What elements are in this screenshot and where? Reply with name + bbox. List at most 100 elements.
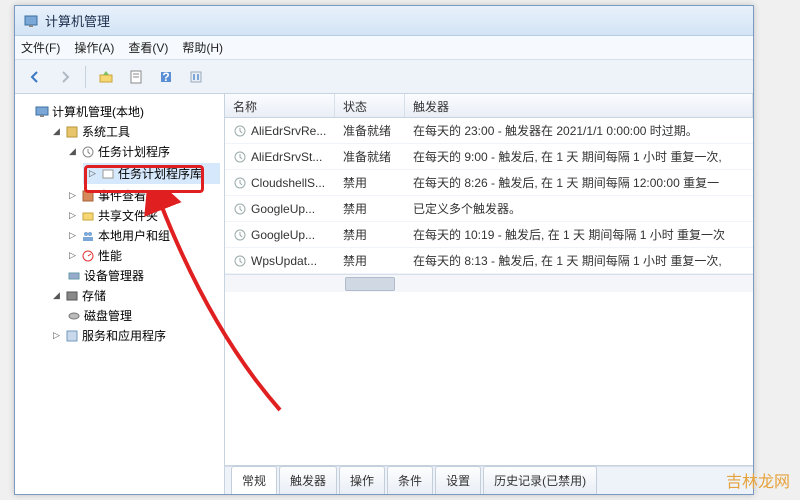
tree-device-manager-label: 设备管理器 <box>84 267 144 284</box>
back-button[interactable] <box>21 64 49 90</box>
tree-pane[interactable]: 计算机管理(本地) ◢ 系统工具 <box>15 94 225 494</box>
task-name-cell: GoogleUp... <box>225 202 335 216</box>
tree-disk-management-label: 磁盘管理 <box>84 307 132 324</box>
tree-services-apps[interactable]: ▷ 服务和应用程序 <box>51 327 220 344</box>
tree-shared-folders-label: 共享文件夹 <box>98 207 158 224</box>
expand-icon[interactable]: ▷ <box>51 330 62 341</box>
expand-icon[interactable]: ▷ <box>67 230 78 241</box>
expand-icon[interactable]: ▷ <box>67 210 78 221</box>
tab-actions[interactable]: 操作 <box>339 466 385 494</box>
services-icon <box>65 329 79 343</box>
clock-icon <box>233 176 247 190</box>
task-trigger-cell: 在每天的 10:19 - 触发后, 在 1 天 期间每隔 1 小时 重复一次 <box>405 226 753 243</box>
task-trigger-cell: 在每天的 9:00 - 触发后, 在 1 天 期间每隔 1 小时 重复一次, <box>405 148 753 165</box>
col-status[interactable]: 状态 <box>335 94 405 117</box>
tree-storage-label: 存储 <box>82 287 106 304</box>
clock-icon <box>233 254 247 268</box>
tree-system-tools-label: 系统工具 <box>82 123 130 140</box>
forward-button[interactable] <box>51 64 79 90</box>
tree-disk-management[interactable]: 磁盘管理 <box>67 307 220 324</box>
col-name[interactable]: 名称 <box>225 94 335 117</box>
tree-device-manager[interactable]: 设备管理器 <box>67 267 220 284</box>
tree-system-tools[interactable]: ◢ 系统工具 <box>51 123 220 140</box>
clock-icon <box>233 202 247 216</box>
expand-icon[interactable]: ▷ <box>87 168 98 179</box>
collapse-icon[interactable]: ◢ <box>51 126 62 137</box>
tree-shared-folders[interactable]: ▷ 共享文件夹 <box>67 207 220 224</box>
tab-history[interactable]: 历史记录(已禁用) <box>483 466 597 494</box>
menu-file[interactable]: 文件(F) <box>21 39 60 56</box>
app-icon <box>23 13 39 29</box>
perf-icon <box>81 249 95 263</box>
task-name: CloudshellS... <box>251 176 325 190</box>
tree-task-scheduler-library-label: 任务计划程序库 <box>118 165 202 182</box>
column-header-row: 名称 状态 触发器 <box>225 94 753 118</box>
tree-performance-label: 性能 <box>98 247 122 264</box>
col-triggers[interactable]: 触发器 <box>405 94 753 117</box>
collapse-icon[interactable]: ◢ <box>51 290 62 301</box>
task-rows[interactable]: AliEdrSrvRe...准备就绪在每天的 23:00 - 触发器在 2021… <box>225 118 753 274</box>
task-trigger-cell: 在每天的 23:00 - 触发器在 2021/1/1 0:00:00 时过期。 <box>405 122 753 139</box>
task-trigger-cell: 已定义多个触发器。 <box>405 200 753 217</box>
library-icon <box>101 167 115 181</box>
computer-icon <box>35 105 49 119</box>
event-icon <box>81 189 95 203</box>
task-name: AliEdrSrvSt... <box>251 150 322 164</box>
menubar: 文件(F) 操作(A) 查看(V) 帮助(H) <box>15 36 753 60</box>
task-name: WpsUpdat... <box>251 254 317 268</box>
task-trigger-cell: 在每天的 8:13 - 触发后, 在 1 天 期间每隔 1 小时 重复一次, <box>405 252 753 269</box>
task-row[interactable]: WpsUpdat... 禁用在每天的 8:13 - 触发后, 在 1 天 期间每隔… <box>225 248 753 274</box>
task-name-cell: AliEdrSrvSt... <box>225 150 335 164</box>
task-row[interactable]: AliEdrSrvRe...准备就绪在每天的 23:00 - 触发器在 2021… <box>225 118 753 144</box>
task-status-cell: 禁用 <box>335 174 405 191</box>
right-pane: 名称 状态 触发器 AliEdrSrvRe...准备就绪在每天的 23:00 -… <box>225 94 753 494</box>
tab-conditions[interactable]: 条件 <box>387 466 433 494</box>
expand-icon[interactable]: ▷ <box>67 190 78 201</box>
horizontal-scrollbar[interactable] <box>225 274 753 292</box>
tree-root[interactable]: 计算机管理(本地) <box>35 103 220 120</box>
tree-local-users[interactable]: ▷ 本地用户和组 <box>67 227 220 244</box>
task-status-cell: 准备就绪 <box>335 122 405 139</box>
menu-action[interactable]: 操作(A) <box>74 39 114 56</box>
tab-settings[interactable]: 设置 <box>435 466 481 494</box>
task-row[interactable]: GoogleUp...禁用在每天的 10:19 - 触发后, 在 1 天 期间每… <box>225 222 753 248</box>
detail-tabs: 常规 触发器 操作 条件 设置 历史记录(已禁用) <box>225 466 753 494</box>
scrollbar-thumb[interactable] <box>345 277 395 291</box>
tools-icon <box>65 125 79 139</box>
tree-services-apps-label: 服务和应用程序 <box>82 327 166 344</box>
tree-event-viewer[interactable]: ▷ 事件查看器 <box>67 187 220 204</box>
task-name-cell: WpsUpdat... <box>225 254 335 268</box>
task-row[interactable]: CloudshellS... 禁用在每天的 8:26 - 触发后, 在 1 天 期… <box>225 170 753 196</box>
clock-icon <box>233 150 247 164</box>
properties-button[interactable] <box>122 64 150 90</box>
tree-task-scheduler[interactable]: ◢ 任务计划程序 <box>67 143 220 160</box>
tab-triggers[interactable]: 触发器 <box>279 466 337 494</box>
up-folder-button[interactable] <box>92 64 120 90</box>
toolbar: ? <box>15 60 753 94</box>
tree-root-label: 计算机管理(本地) <box>52 103 144 120</box>
task-name: GoogleUp... <box>251 202 315 216</box>
menu-view[interactable]: 查看(V) <box>128 39 168 56</box>
tab-general[interactable]: 常规 <box>231 466 277 494</box>
tree-storage[interactable]: ◢ 存储 <box>51 287 220 304</box>
menu-help[interactable]: 帮助(H) <box>182 39 223 56</box>
tree-performance[interactable]: ▷ 性能 <box>67 247 220 264</box>
task-name: GoogleUp... <box>251 228 315 242</box>
collapse-icon[interactable]: ◢ <box>67 146 78 157</box>
expand-icon[interactable]: ▷ <box>67 250 78 261</box>
tree-task-scheduler-library[interactable]: ▷ 任务计划程序库 <box>83 163 220 184</box>
task-trigger-cell: 在每天的 8:26 - 触发后, 在 1 天 期间每隔 12:00:00 重复一 <box>405 174 753 191</box>
task-list[interactable]: 名称 状态 触发器 AliEdrSrvRe...准备就绪在每天的 23:00 -… <box>225 94 753 466</box>
svg-text:?: ? <box>162 70 169 84</box>
tree-local-users-label: 本地用户和组 <box>98 227 170 244</box>
titlebar[interactable]: 计算机管理 <box>15 6 753 36</box>
help-button[interactable]: ? <box>152 64 180 90</box>
task-row[interactable]: AliEdrSrvSt...准备就绪在每天的 9:00 - 触发后, 在 1 天… <box>225 144 753 170</box>
disk-icon <box>67 309 81 323</box>
task-row[interactable]: GoogleUp...禁用已定义多个触发器。 <box>225 196 753 222</box>
refresh-button[interactable] <box>182 64 210 90</box>
users-icon <box>81 229 95 243</box>
tree-event-viewer-label: 事件查看器 <box>98 187 158 204</box>
task-status-cell: 禁用 <box>335 252 405 269</box>
body-split: 计算机管理(本地) ◢ 系统工具 <box>15 94 753 494</box>
